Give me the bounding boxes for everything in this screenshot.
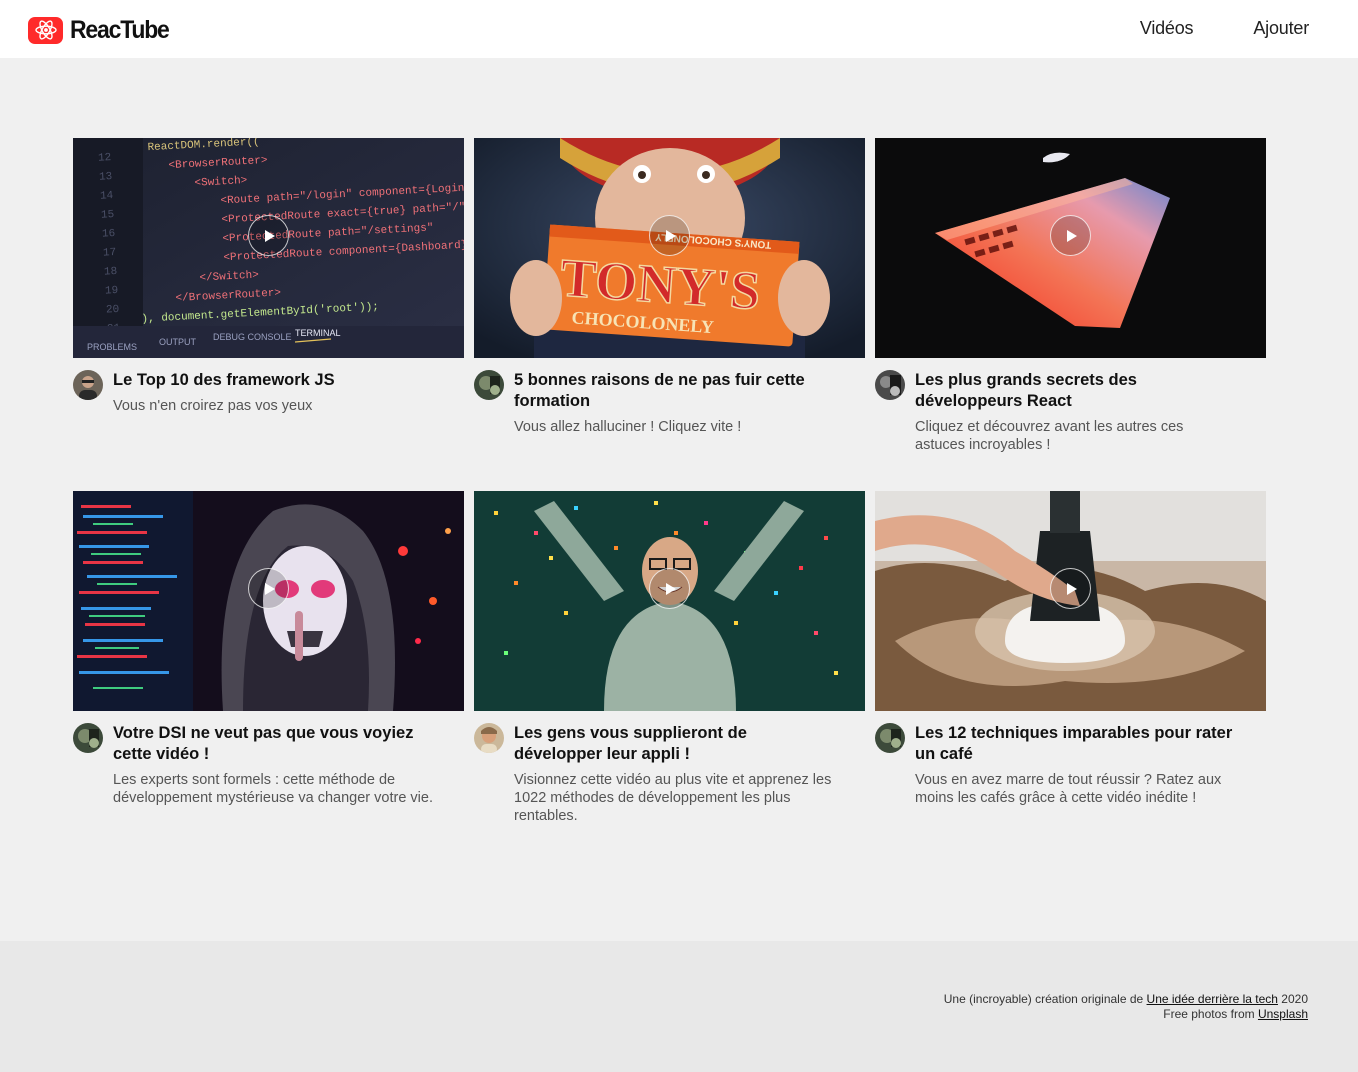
video-title[interactable]: Les gens vous supplieront de développer …	[514, 723, 834, 765]
video-title[interactable]: Le Top 10 des framework JS	[113, 370, 433, 391]
play-icon	[666, 582, 676, 595]
video-title[interactable]: Les 12 techniques imparables pour rater …	[915, 723, 1235, 765]
footer-link-unsplash[interactable]: Unsplash	[1258, 1007, 1308, 1021]
author-avatar[interactable]	[474, 370, 504, 400]
play-icon	[265, 229, 275, 242]
line-number: 14	[100, 190, 114, 203]
video-meta: Les 12 techniques imparables pour rater …	[875, 723, 1266, 807]
nav-link-videos[interactable]: Vidéos	[1140, 18, 1194, 39]
video-description: Cliquez et découvrez avant les autres ce…	[915, 419, 1184, 453]
video-description: Vous en avez marre de tout réussir ? Rat…	[915, 772, 1222, 806]
video-title[interactable]: Les plus grands secrets des développeurs…	[915, 370, 1235, 412]
video-title[interactable]: Votre DSI ne veut pas que vous voyiez ce…	[113, 723, 433, 765]
video-texts: Les plus grands secrets des développeurs…	[915, 370, 1235, 454]
author-avatar[interactable]	[474, 723, 504, 753]
video-meta: Votre DSI ne veut pas que vous voyiez ce…	[73, 723, 464, 807]
play-icon	[666, 229, 676, 242]
footer-text-prefix: Free photos from	[1163, 1007, 1258, 1021]
react-atom-icon	[28, 16, 63, 44]
footer-text-suffix: 2020	[1277, 992, 1308, 1006]
video-description: Vous n'en croirez pas vos yeux	[113, 398, 313, 414]
line-number: 13	[99, 171, 113, 184]
panel-tab: OUTPUT	[159, 337, 197, 347]
footer: Une (incroyable) création originale de U…	[0, 941, 1358, 1072]
video-card[interactable]: Les 12 techniques imparables pour rater …	[875, 491, 1266, 844]
video-description: Visionnez cette vidéo au plus vite et ap…	[514, 772, 832, 824]
video-thumbnail[interactable]	[875, 491, 1266, 711]
video-description: Les experts sont formels : cette méthode…	[113, 772, 433, 806]
line-number: 18	[104, 266, 118, 279]
footer-text-prefix: Une (incroyable) création originale de	[943, 992, 1147, 1006]
video-grid: 12 13 14 15 16 17 18 19 20 21 ReactDOM.r…	[73, 138, 1266, 844]
line-number: 15	[101, 209, 115, 222]
play-icon	[1067, 229, 1077, 242]
play-button[interactable]	[649, 568, 690, 609]
panel-tab: DEBUG CONSOLE	[213, 332, 292, 342]
footer-credits: Une (incroyable) création originale de U…	[944, 992, 1308, 1022]
video-description: Vous allez halluciner ! Cliquez vite !	[514, 419, 742, 435]
video-meta: Le Top 10 des framework JS Vous n'en cro…	[73, 370, 464, 415]
footer-line: Une (incroyable) création originale de U…	[944, 992, 1308, 1007]
video-thumbnail[interactable]	[875, 138, 1266, 358]
play-icon	[265, 582, 275, 595]
footer-link-source[interactable]: Une idée derrière la tech	[1147, 992, 1278, 1006]
main-nav: Vidéos Ajouter	[1140, 18, 1309, 39]
line-number: 16	[102, 228, 116, 241]
play-button[interactable]	[1050, 215, 1091, 256]
video-texts: 5 bonnes raisons de ne pas fuir cette fo…	[514, 370, 834, 436]
author-avatar[interactable]	[875, 723, 905, 753]
video-thumbnail[interactable]: 12 13 14 15 16 17 18 19 20 21 ReactDOM.r…	[73, 138, 464, 358]
play-icon	[1067, 582, 1077, 595]
author-avatar[interactable]	[73, 723, 103, 753]
line-number: 17	[103, 247, 117, 260]
video-thumbnail[interactable]	[73, 491, 464, 711]
video-meta: Les gens vous supplieront de développer …	[474, 723, 865, 825]
line-number: 20	[106, 304, 120, 317]
video-thumbnail[interactable]	[474, 491, 865, 711]
video-card[interactable]: Votre DSI ne veut pas que vous voyiez ce…	[73, 491, 464, 844]
video-card[interactable]: Les gens vous supplieront de développer …	[474, 491, 865, 844]
video-texts: Les 12 techniques imparables pour rater …	[915, 723, 1235, 807]
author-avatar[interactable]	[73, 370, 103, 400]
video-meta: Les plus grands secrets des développeurs…	[875, 370, 1266, 454]
footer-line: Free photos from Unsplash	[944, 1007, 1308, 1022]
video-card[interactable]: TONY'S CHOCOLONELY TONY'S CHOCOLONELY 5 …	[474, 138, 865, 491]
brand-name: ReacTube	[70, 16, 170, 44]
play-button[interactable]	[649, 215, 690, 256]
panel-tab: PROBLEMS	[87, 342, 137, 352]
video-texts: Les gens vous supplieront de développer …	[514, 723, 834, 825]
video-thumbnail[interactable]: TONY'S CHOCOLONELY TONY'S CHOCOLONELY	[474, 138, 865, 358]
play-button[interactable]	[248, 215, 289, 256]
author-avatar[interactable]	[875, 370, 905, 400]
top-bar: ReacTube Vidéos Ajouter	[0, 0, 1358, 58]
play-button[interactable]	[1050, 568, 1091, 609]
line-number: 12	[98, 152, 112, 165]
video-texts: Votre DSI ne veut pas que vous voyiez ce…	[113, 723, 433, 807]
video-meta: 5 bonnes raisons de ne pas fuir cette fo…	[474, 370, 865, 436]
video-card[interactable]: Les plus grands secrets des développeurs…	[875, 138, 1266, 491]
nav-link-ajouter[interactable]: Ajouter	[1253, 18, 1309, 39]
line-number: 19	[105, 285, 119, 298]
video-title[interactable]: 5 bonnes raisons de ne pas fuir cette fo…	[514, 370, 834, 412]
logo-link[interactable]: ReacTube	[28, 16, 177, 44]
video-texts: Le Top 10 des framework JS Vous n'en cro…	[113, 370, 433, 415]
panel-tab: TERMINAL	[295, 328, 341, 338]
video-card[interactable]: 12 13 14 15 16 17 18 19 20 21 ReactDOM.r…	[73, 138, 464, 491]
play-button[interactable]	[248, 568, 289, 609]
